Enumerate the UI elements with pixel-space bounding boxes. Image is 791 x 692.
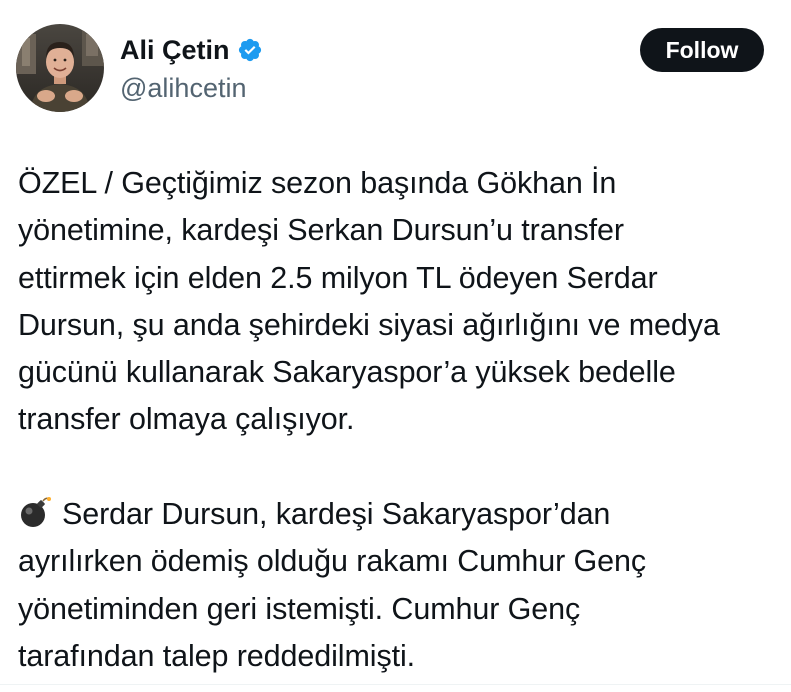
author-handle[interactable]: @alihcetin	[120, 70, 246, 106]
tweet-line: Dursun, şu anda şehirdeki siyasi ağırlığ…	[18, 307, 720, 342]
verified-badge-icon[interactable]	[237, 37, 263, 63]
bomb-emoji-icon	[18, 495, 52, 529]
tweet-line: tarafından talep reddedilmişti.	[18, 638, 416, 673]
follow-button[interactable]: Follow	[640, 28, 764, 72]
author-display-name[interactable]: Ali Çetin	[120, 32, 230, 68]
tweet-line: yönetiminden geri istemişti. Cumhur Genç	[18, 591, 581, 626]
tweet-card: Ali Çetin @alihcetin Follow ÖZEL / Geçti…	[0, 0, 791, 692]
tweet-line: gücünü kullanarak Sakaryaspor’a yüksek b…	[18, 355, 676, 390]
tweet-line-text: Serdar Dursun, kardeşi Sakaryaspor’dan	[62, 497, 611, 532]
tweet-line: ettirmek için elden 2.5 milyon TL ödeyen…	[18, 260, 658, 295]
divider	[0, 684, 791, 685]
tweet-line: ÖZEL / Geçtiğimiz sezon başında Gökhan İ…	[18, 166, 617, 200]
tweet-text: ÖZEL / Geçtiğimiz sezon başında Gökhan İ…	[18, 160, 788, 680]
author-avatar[interactable]	[16, 24, 104, 112]
tweet-line: ayrılırken ödemiş olduğu rakamı Cumhur G…	[18, 544, 646, 579]
author-name-row: Ali Çetin	[120, 32, 263, 68]
tweet-line: Serdar Dursun, kardeşi Sakaryaspor’dan	[18, 491, 788, 538]
tweet-line: yönetimine, kardeşi Serkan Dursun’u tran…	[18, 213, 624, 248]
tweet-line: transfer olmaya çalışıyor.	[18, 402, 355, 437]
